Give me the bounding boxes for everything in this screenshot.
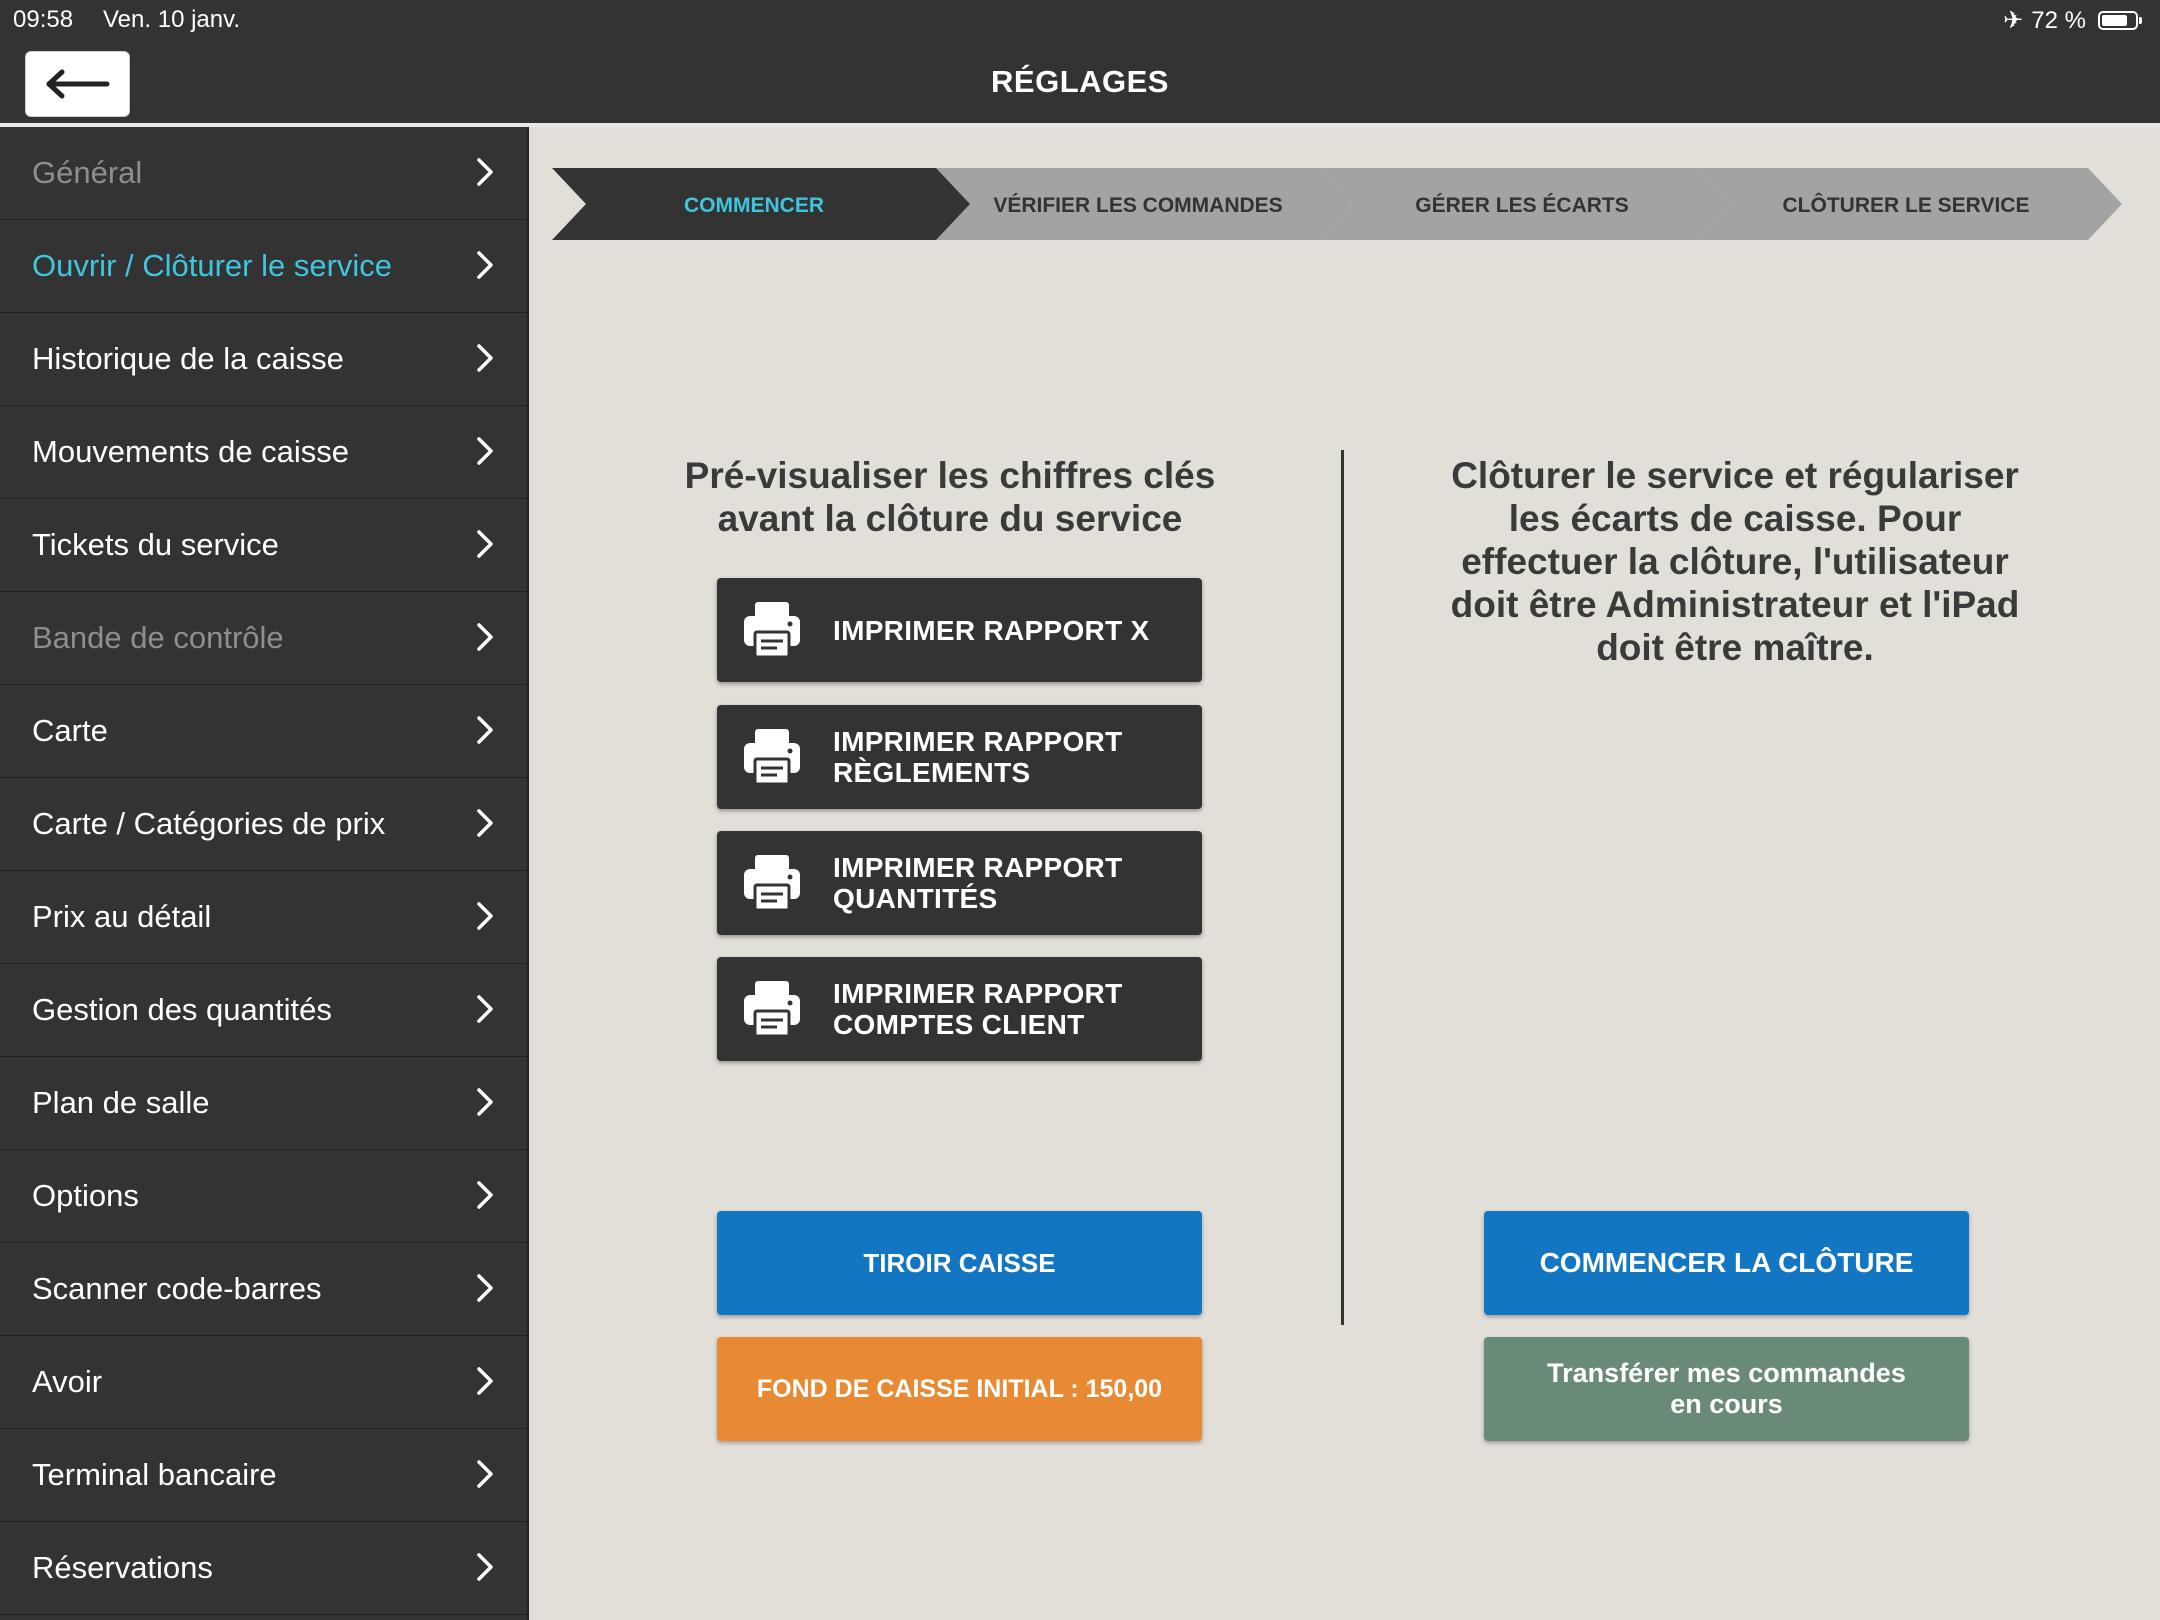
preview-title-line2: avant la clôture du service xyxy=(717,498,1183,539)
sidebar-item-label: Carte / Catégories de prix xyxy=(32,806,386,841)
chevron-right-icon xyxy=(475,1552,495,1587)
sidebar-item[interactable]: Gestion des quantités xyxy=(0,964,527,1057)
cash-drawer-button[interactable]: TIROIR CAISSE xyxy=(717,1211,1202,1315)
preview-title-line1: Pré-visualiser les chiffres clés xyxy=(684,455,1216,496)
chevron-right-icon xyxy=(475,343,495,378)
print-report-label: IMPRIMER RAPPORT QUANTITÉS xyxy=(833,852,1123,914)
sidebar-item[interactable]: Terminal bancaire xyxy=(0,1429,527,1522)
chevron-right-icon xyxy=(475,622,495,657)
start-closing-button[interactable]: COMMENCER LA CLÔTURE xyxy=(1484,1211,1969,1315)
chevron-right-icon xyxy=(475,1459,495,1494)
step-1-label: COMMENCER xyxy=(684,194,824,217)
sidebar-item[interactable]: Avoir xyxy=(0,1336,527,1429)
closing-description-line: les écarts de caisse. Pour xyxy=(1508,498,1962,539)
chevron-right-icon xyxy=(475,1366,495,1401)
sidebar-item[interactable]: Ouvrir / Clôturer le service xyxy=(0,220,527,313)
battery-icon xyxy=(2098,11,2142,30)
sidebar-item[interactable]: Scanner code-barres xyxy=(0,1243,527,1336)
chevron-right-icon xyxy=(475,994,495,1029)
print-report-button[interactable]: IMPRIMER RAPPORT COMPTES CLIENT xyxy=(717,957,1202,1061)
chevron-right-icon xyxy=(475,157,495,192)
step-4-label: CLÔTURER LE SERVICE xyxy=(1783,193,2030,217)
sidebar-item-label: Options xyxy=(32,1178,139,1213)
progress-stepper: COMMENCER VÉRIFIER LES COMMANDES GÉRER L… xyxy=(552,168,2122,240)
sidebar: Général Ouvrir / Clôturer le service Histo… xyxy=(0,127,529,1620)
transfer-orders-line2: en cours xyxy=(1670,1389,1783,1419)
sidebar-item[interactable]: Général xyxy=(0,127,527,220)
step-3-label: GÉRER LES ÉCARTS xyxy=(1415,194,1629,217)
sidebar-item-label: Carte xyxy=(32,713,108,748)
sidebar-item-label: Historique de la caisse xyxy=(32,341,344,376)
sidebar-item-label: Avoir xyxy=(32,1364,103,1399)
printer-icon xyxy=(739,723,805,794)
chevron-right-icon xyxy=(475,1273,495,1308)
sidebar-item[interactable]: Réservations xyxy=(0,1522,527,1615)
closing-description-line: Clôturer le service et régulariser xyxy=(1451,455,2019,496)
sidebar-item[interactable]: Options xyxy=(0,1150,527,1243)
panel-divider xyxy=(1341,450,1344,1325)
sidebar-item-label: Prix au détail xyxy=(32,899,212,934)
closing-description-line: effectuer la clôture, l'utilisateur xyxy=(1461,541,2009,582)
print-report-label: IMPRIMER RAPPORT X xyxy=(833,614,1150,646)
print-report-button[interactable]: IMPRIMER RAPPORT QUANTITÉS xyxy=(717,831,1202,935)
chevron-right-icon xyxy=(475,529,495,564)
printer-icon xyxy=(739,849,805,920)
top-bar xyxy=(0,0,2160,123)
step-2-label: VÉRIFIER LES COMMANDES xyxy=(993,194,1282,217)
sidebar-item[interactable]: Carte / Catégories de prix xyxy=(0,778,527,871)
sidebar-item[interactable]: Prix au détail xyxy=(0,871,527,964)
printer-icon xyxy=(739,596,805,667)
sidebar-item[interactable]: Mouvements de caisse xyxy=(0,406,527,499)
transfer-orders-line1: Transférer mes commandes xyxy=(1547,1358,1906,1388)
status-time: 09:58 xyxy=(13,6,74,33)
closing-description: Clôturer le service et régulariser les é… xyxy=(1390,454,2080,669)
print-report-button[interactable]: IMPRIMER RAPPORT RÈGLEMENTS xyxy=(717,705,1202,809)
sidebar-item-label: Ouvrir / Clôturer le service xyxy=(32,248,393,283)
print-report-label: IMPRIMER RAPPORT COMPTES CLIENT xyxy=(833,978,1123,1040)
sidebar-item-label: Plan de salle xyxy=(32,1085,210,1120)
chevron-right-icon xyxy=(475,808,495,843)
closing-description-line: doit être Administrateur et l'iPad xyxy=(1450,584,2020,625)
initial-float-button[interactable]: FOND DE CAISSE INITIAL : 150,00 xyxy=(717,1337,1202,1441)
chevron-right-icon xyxy=(475,1180,495,1215)
print-report-label: IMPRIMER RAPPORT RÈGLEMENTS xyxy=(833,726,1123,788)
sidebar-item-label: Terminal bancaire xyxy=(32,1457,277,1492)
sidebar-item[interactable]: Historique de la caisse xyxy=(0,313,527,406)
sidebar-item-label: Scanner code-barres xyxy=(32,1271,322,1306)
sidebar-item[interactable]: Carte xyxy=(0,685,527,778)
sidebar-item[interactable]: Tickets du service xyxy=(0,499,527,592)
battery-percent: 72 % xyxy=(2031,6,2086,34)
chevron-right-icon xyxy=(475,715,495,750)
closing-description-line: doit être maître. xyxy=(1596,627,1874,668)
sidebar-item-label: Réservations xyxy=(32,1550,213,1585)
chevron-right-icon xyxy=(475,901,495,936)
print-report-button[interactable]: IMPRIMER RAPPORT X xyxy=(717,578,1202,682)
preview-title: Pré-visualiser les chiffres clés avant l… xyxy=(600,454,1300,540)
page-title: RÉGLAGES xyxy=(991,64,1169,99)
sidebar-item-label: Tickets du service xyxy=(32,527,279,562)
sidebar-item[interactable]: Bande de contrôle xyxy=(0,592,527,685)
chevron-right-icon xyxy=(475,1087,495,1122)
sidebar-item[interactable]: Plan de salle xyxy=(0,1057,527,1150)
printer-icon xyxy=(739,975,805,1046)
status-date: Ven. 10 janv. xyxy=(103,6,240,33)
chevron-right-icon xyxy=(475,436,495,471)
status-indicators: ✈ 72 % xyxy=(2003,6,2142,35)
sidebar-item-label: Général xyxy=(32,155,143,190)
transfer-orders-button[interactable]: Transférer mes commandes en cours xyxy=(1484,1337,1969,1441)
chevron-right-icon xyxy=(475,250,495,285)
sidebar-item-label: Gestion des quantités xyxy=(32,992,332,1027)
sidebar-item-label: Bande de contrôle xyxy=(32,620,284,655)
sidebar-item-label: Mouvements de caisse xyxy=(32,434,350,469)
airplane-icon: ✈ xyxy=(2003,7,2024,34)
